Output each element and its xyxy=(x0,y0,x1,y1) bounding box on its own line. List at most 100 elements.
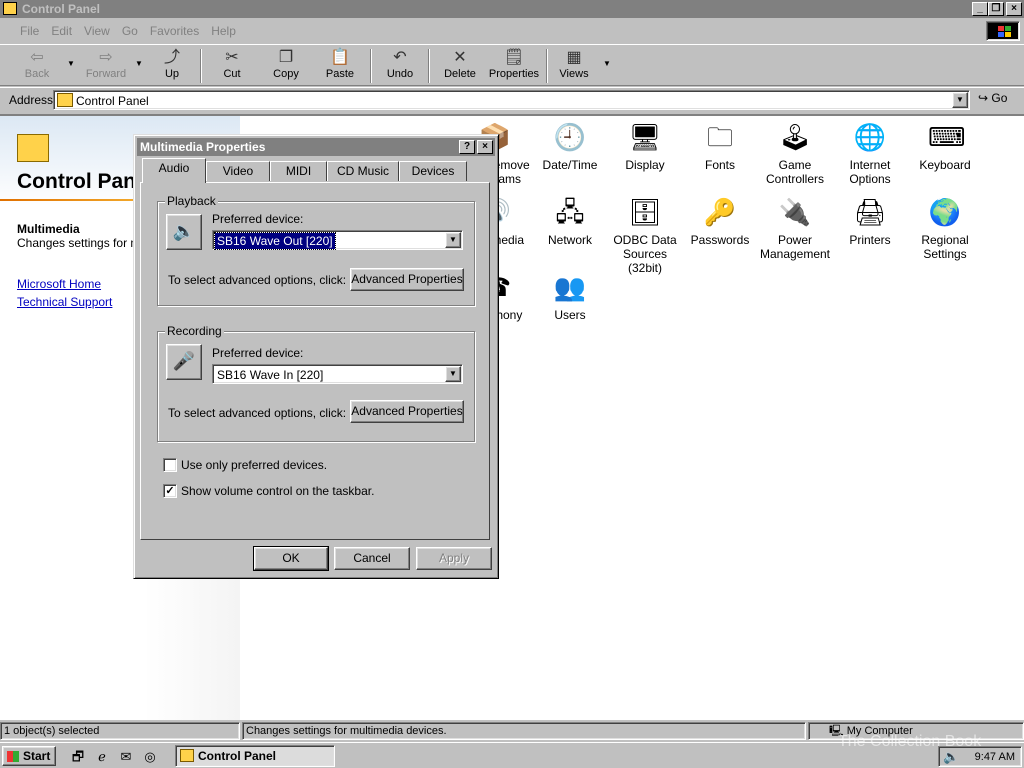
recording-microphone-icon: 🎤 xyxy=(166,344,202,380)
window-titlebar[interactable]: Control Panel _ ❐ × xyxy=(0,0,1024,18)
icon-passwords[interactable]: 🔑 Passwords xyxy=(683,195,757,247)
windows-logo-icon xyxy=(986,21,1020,41)
delete-button[interactable]: ✕ Delete xyxy=(440,48,480,84)
dialog-close-button[interactable]: × xyxy=(477,140,493,154)
back-button[interactable]: ⇦ Back xyxy=(14,48,60,84)
outlook-express-icon[interactable]: ✉ xyxy=(118,749,134,765)
up-folder-icon: ⤴ xyxy=(163,49,180,66)
internet-explorer-icon[interactable]: ℯ xyxy=(94,749,110,765)
paste-button[interactable]: 📋 Paste xyxy=(318,48,362,84)
minimize-button[interactable]: _ xyxy=(972,2,988,16)
back-arrow-icon: ⇦ xyxy=(30,49,44,66)
network-icon: 🖧 xyxy=(555,197,585,227)
use-preferred-checkbox[interactable] xyxy=(163,458,177,472)
show-volume-checkbox[interactable]: ✓ xyxy=(163,484,177,498)
cancel-button[interactable]: Cancel xyxy=(334,547,410,570)
icon-display[interactable]: 🖥 Display xyxy=(608,120,682,172)
help-button[interactable]: ? xyxy=(459,140,475,154)
icon-users[interactable]: 👥 Users xyxy=(533,270,607,322)
forward-button[interactable]: ⇨ Forward xyxy=(80,48,132,84)
copy-icon: ❐ xyxy=(278,49,294,66)
address-value: Control Panel xyxy=(76,94,149,108)
address-label: Address xyxy=(9,93,54,107)
plug-icon: 🔌 xyxy=(778,197,812,227)
recording-label: Recording xyxy=(165,324,224,338)
show-desktop-icon[interactable]: 🗗 xyxy=(70,749,86,765)
control-panel-folder-icon xyxy=(57,93,73,107)
watermark: The Collection Book xyxy=(838,733,982,750)
icon-printers[interactable]: 🖨 Printers xyxy=(833,195,907,247)
start-button[interactable]: Start xyxy=(2,746,56,766)
icon-internet-options[interactable]: 🌐 Internet Options xyxy=(833,120,907,186)
copy-button[interactable]: ❐ Copy xyxy=(266,48,306,84)
status-description: Changes settings for multimedia devices. xyxy=(242,722,806,740)
playback-dropdown-icon[interactable]: ▼ xyxy=(445,232,461,248)
fonts-folder-icon: 🗀 xyxy=(706,122,733,152)
ok-button[interactable]: OK xyxy=(253,546,329,571)
window-title: Control Panel xyxy=(22,2,101,16)
menu-edit[interactable]: Edit xyxy=(45,20,78,42)
up-button[interactable]: ⤴ Up xyxy=(152,48,192,84)
properties-button[interactable]: 🗒 Properties xyxy=(488,48,540,84)
playback-device-select[interactable]: SB16 Wave Out [220] ▼ xyxy=(212,230,463,250)
apply-button[interactable]: Apply xyxy=(416,547,492,570)
icon-regional-settings[interactable]: 🌍 Regional Settings xyxy=(908,195,982,261)
tab-devices[interactable]: Devices xyxy=(399,161,467,181)
status-selection: 1 object(s) selected xyxy=(0,722,240,740)
show-volume-label: Show volume control on the taskbar. xyxy=(181,484,375,498)
menu-view[interactable]: View xyxy=(78,20,116,42)
key-icon: 🔑 xyxy=(703,197,737,227)
technical-support-link[interactable]: Technical Support xyxy=(17,295,112,309)
tab-video[interactable]: Video xyxy=(206,161,270,181)
address-dropdown-icon[interactable]: ▼ xyxy=(952,92,968,108)
address-bar: Address Control Panel ▼ ↪ Go xyxy=(0,87,1024,111)
microsoft-home-link[interactable]: Microsoft Home xyxy=(17,277,101,291)
delete-x-icon: ✕ xyxy=(453,49,467,66)
recording-advanced-button[interactable]: Advanced Properties xyxy=(350,400,464,423)
menu-help[interactable]: Help xyxy=(205,20,242,42)
address-input[interactable]: Control Panel ▼ xyxy=(53,90,970,110)
users-icon: 👥 xyxy=(553,272,587,302)
keyboard-icon: ⌨ xyxy=(928,122,966,152)
menu-favorites[interactable]: Favorites xyxy=(144,20,205,42)
forward-dropdown-icon[interactable]: ▼ xyxy=(135,59,143,68)
channels-icon[interactable]: ◎ xyxy=(142,749,158,765)
control-panel-icon xyxy=(3,2,17,15)
properties-icon: 🗒 xyxy=(503,49,525,66)
menu-go[interactable]: Go xyxy=(116,20,144,42)
dialog-titlebar[interactable]: Multimedia Properties ? × xyxy=(137,138,495,156)
views-dropdown-icon[interactable]: ▼ xyxy=(603,59,611,68)
tab-midi[interactable]: MIDI xyxy=(270,161,327,181)
undo-button[interactable]: ↶ Undo xyxy=(380,48,420,84)
recording-device-select[interactable]: SB16 Wave In [220] ▼ xyxy=(212,364,463,384)
playback-speaker-icon: 🔈 xyxy=(166,214,202,250)
recording-dropdown-icon[interactable]: ▼ xyxy=(445,366,461,382)
tab-cd-music[interactable]: CD Music xyxy=(327,161,399,181)
icon-date-time[interactable]: 🕘 Date/Time xyxy=(533,120,607,172)
playback-advanced-button[interactable]: Advanced Properties xyxy=(350,268,464,291)
restore-button[interactable]: ❐ xyxy=(988,2,1004,16)
icon-network[interactable]: 🖧 Network xyxy=(533,195,607,247)
tab-audio[interactable]: Audio xyxy=(142,158,206,183)
task-control-panel[interactable]: Control Panel xyxy=(175,745,335,767)
icon-fonts[interactable]: 🗀 Fonts xyxy=(683,120,757,172)
menu-file[interactable]: File xyxy=(14,20,45,42)
selected-item-name: Multimedia xyxy=(17,222,80,236)
recording-group: Recording 🎤 Preferred device: SB16 Wave … xyxy=(157,324,475,442)
playback-label: Playback xyxy=(165,194,218,208)
go-button[interactable]: ↪ Go xyxy=(978,91,1007,105)
icon-game-controllers[interactable]: 🕹 Game Controllers xyxy=(758,120,832,186)
icon-power-management[interactable]: 🔌 Power Management xyxy=(758,195,832,261)
cut-button[interactable]: ✂ Cut xyxy=(212,48,252,84)
recording-device-value: SB16 Wave In [220] xyxy=(217,368,324,382)
icon-keyboard[interactable]: ⌨ Keyboard xyxy=(908,120,982,172)
back-dropdown-icon[interactable]: ▼ xyxy=(67,59,75,68)
playback-device-value: SB16 Wave Out [220] xyxy=(214,232,336,250)
close-button[interactable]: × xyxy=(1006,2,1022,16)
views-button[interactable]: ▦ Views xyxy=(554,48,594,84)
go-arrow-icon: ↪ xyxy=(978,91,989,105)
forward-arrow-icon: ⇨ xyxy=(99,49,113,66)
printer-icon: 🖨 xyxy=(853,197,887,227)
toolbar-separator xyxy=(370,49,372,83)
icon-odbc[interactable]: 🗄 ODBC Data Sources (32bit) xyxy=(608,195,682,275)
